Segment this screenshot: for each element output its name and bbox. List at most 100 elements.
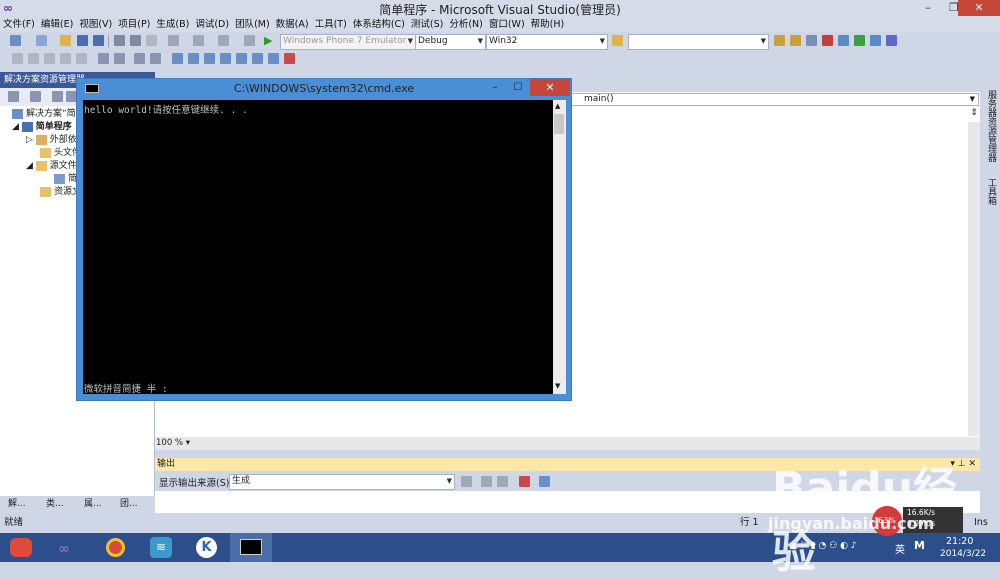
tab-toolbox[interactable]: 工具箱 xyxy=(986,178,998,205)
menu-test[interactable]: 测试(S) xyxy=(408,17,446,32)
minimize-button[interactable]: – xyxy=(915,0,941,16)
collapse-arrow-icon[interactable]: ◢ xyxy=(26,161,36,171)
save-all-icon[interactable] xyxy=(93,35,104,46)
cmd-minimize-button[interactable]: – xyxy=(484,79,506,96)
taskbar-wifi-app[interactable]: ≋ xyxy=(140,533,182,562)
solution-platform-select[interactable]: Win32 ▼ xyxy=(486,34,608,50)
menu-data[interactable]: 数据(A) xyxy=(273,17,312,32)
properties-icon[interactable] xyxy=(8,91,19,102)
menu-edit[interactable]: 编辑(E) xyxy=(38,17,76,32)
solution-configuration-select[interactable]: Debug ▼ xyxy=(415,34,486,50)
copy-icon[interactable] xyxy=(130,35,141,46)
next-bookmark-in-document-icon[interactable] xyxy=(268,53,279,64)
menu-window[interactable]: 窗口(W) xyxy=(486,17,528,32)
cmd-console[interactable]: hello world!请按任意键继续. . . 微软拼音简捷 半 : xyxy=(83,100,553,395)
team-explorer-icon[interactable] xyxy=(870,35,881,46)
tab-server-explorer[interactable]: 服务器资源管理器 xyxy=(986,90,998,162)
navigate-backward-icon[interactable] xyxy=(218,35,229,46)
toolbox-icon[interactable] xyxy=(822,35,833,46)
previous-bookmark-in-document-icon[interactable] xyxy=(252,53,263,64)
toggle-bookmark-icon[interactable] xyxy=(172,53,183,64)
decrease-indent-icon[interactable] xyxy=(98,53,109,64)
start-button[interactable] xyxy=(0,533,42,562)
clear-bookmarks-icon[interactable] xyxy=(284,53,295,64)
extension-manager-icon[interactable] xyxy=(854,35,865,46)
properties-window-icon[interactable] xyxy=(790,35,801,46)
menu-debug[interactable]: 调试(D) xyxy=(192,17,232,32)
close-button[interactable]: ✕ xyxy=(958,0,1000,16)
show-all-files-icon[interactable] xyxy=(30,91,41,102)
cmd-window[interactable]: C:\WINDOWS\system32\cmd.exe – ☐ ✕ hello … xyxy=(76,78,572,401)
tree-resource-files[interactable]: 资源文 xyxy=(40,186,81,199)
previous-bookmark-icon[interactable] xyxy=(188,53,199,64)
display-quick-info-icon[interactable] xyxy=(44,53,55,64)
uncomment-icon[interactable] xyxy=(76,53,87,64)
tree-source-files[interactable]: ◢ 源文件 xyxy=(26,160,77,173)
find-message-icon[interactable] xyxy=(461,476,472,487)
tab-solution-explorer[interactable]: 解... xyxy=(8,497,26,511)
function-navigation-select[interactable]: main() ▼ xyxy=(571,93,979,106)
open-file-icon[interactable] xyxy=(60,35,71,46)
tree-external-deps[interactable]: ▷ 外部依 xyxy=(26,134,77,147)
target-device-select[interactable]: Windows Phone 7 Emulator ▼ xyxy=(280,34,416,50)
menu-help[interactable]: 帮助(H) xyxy=(528,17,568,32)
redo-icon[interactable] xyxy=(193,35,204,46)
solution-explorer-icon[interactable] xyxy=(774,35,785,46)
previous-bookmark-in-folder-icon[interactable] xyxy=(220,53,231,64)
collapse-arrow-icon[interactable]: ◢ xyxy=(12,122,22,132)
scroll-up-icon[interactable]: ▲ xyxy=(555,102,560,110)
start-page-icon[interactable] xyxy=(838,35,849,46)
menu-analyze[interactable]: 分析(N) xyxy=(446,17,486,32)
display-word-completion-icon[interactable] xyxy=(60,53,71,64)
menu-view[interactable]: 视图(V) xyxy=(76,17,115,32)
scroll-thumb[interactable] xyxy=(554,114,564,134)
menu-project[interactable]: 项目(P) xyxy=(115,17,153,32)
navigate-forward-icon[interactable] xyxy=(244,35,255,46)
split-editor-icon[interactable]: ⇕ xyxy=(968,108,980,120)
next-bookmark-icon[interactable] xyxy=(204,53,215,64)
display-parameter-info-icon[interactable] xyxy=(28,53,39,64)
tree-header-files[interactable]: 头文件 xyxy=(40,147,81,160)
tab-class-view[interactable]: 类... xyxy=(46,497,64,511)
menu-file[interactable]: 文件(F) xyxy=(0,17,38,32)
uncomment-lines-icon[interactable] xyxy=(150,53,161,64)
cut-icon[interactable] xyxy=(114,35,125,46)
clear-all-icon[interactable] xyxy=(519,476,530,487)
taskbar-chrome[interactable] xyxy=(94,533,136,562)
tree-source-file[interactable]: 简 xyxy=(54,173,77,186)
display-object-member-list-icon[interactable] xyxy=(12,53,23,64)
previous-message-icon[interactable] xyxy=(481,476,492,487)
cmd-maximize-button[interactable]: ☐ xyxy=(507,79,529,96)
refresh-icon[interactable] xyxy=(52,91,63,102)
menu-team[interactable]: 团队(M) xyxy=(232,17,273,32)
find-combo[interactable]: ▼ xyxy=(628,34,769,50)
output-source-select[interactable]: 生成 ▼ xyxy=(229,474,455,490)
tree-solution[interactable]: 解决方案“简 xyxy=(12,108,76,121)
add-item-icon[interactable] xyxy=(36,35,47,46)
expand-arrow-icon[interactable]: ▷ xyxy=(26,135,36,145)
increase-indent-icon[interactable] xyxy=(114,53,125,64)
start-debugging-icon[interactable]: ▶ xyxy=(264,34,272,47)
cmd-vertical-scrollbar[interactable]: ▲ ▼ xyxy=(553,100,566,394)
editor-horizontal-scrollbar[interactable] xyxy=(155,437,980,450)
tree-project[interactable]: ◢ 简单程序 xyxy=(12,121,72,134)
server-explorer-icon[interactable] xyxy=(886,35,897,46)
menu-tools[interactable]: 工具(T) xyxy=(312,17,350,32)
taskbar-visual-studio[interactable]: ∞ xyxy=(48,533,90,562)
paste-icon[interactable] xyxy=(146,35,157,46)
cmd-close-button[interactable]: ✕ xyxy=(530,79,570,96)
tab-property-manager[interactable]: 属... xyxy=(84,497,102,511)
menu-architecture[interactable]: 体系结构(C) xyxy=(350,17,408,32)
tab-team-explorer[interactable]: 团... xyxy=(120,497,138,511)
word-wrap-icon[interactable] xyxy=(539,476,550,487)
object-browser-icon[interactable] xyxy=(806,35,817,46)
undo-icon[interactable] xyxy=(168,35,179,46)
next-message-icon[interactable] xyxy=(497,476,508,487)
next-bookmark-in-folder-icon[interactable] xyxy=(236,53,247,64)
menu-build[interactable]: 生成(B) xyxy=(153,17,192,32)
new-project-icon[interactable] xyxy=(10,35,21,46)
save-icon[interactable] xyxy=(77,35,88,46)
comment-icon[interactable] xyxy=(134,53,145,64)
find-in-files-icon[interactable] xyxy=(612,35,623,46)
taskbar-cmd[interactable] xyxy=(230,533,272,562)
